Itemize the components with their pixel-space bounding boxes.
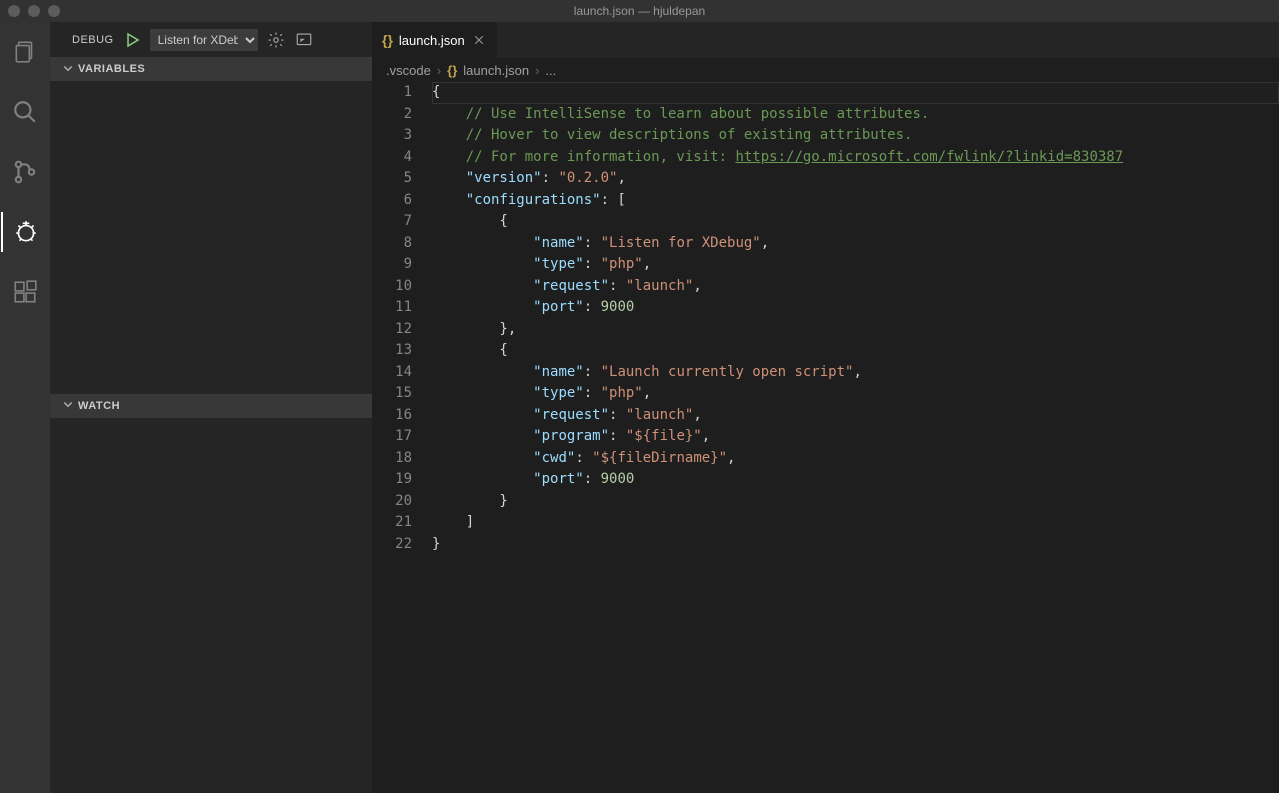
line-number: 19 bbox=[372, 469, 412, 491]
line-number: 17 bbox=[372, 426, 412, 448]
watch-panel-header[interactable]: WATCH bbox=[50, 394, 372, 418]
line-number: 6 bbox=[372, 190, 412, 212]
code-line[interactable]: "name": "Listen for XDebug", bbox=[432, 233, 1279, 255]
code-line[interactable]: }, bbox=[432, 319, 1279, 341]
window-controls bbox=[8, 5, 60, 17]
code-line[interactable]: // Hover to view descriptions of existin… bbox=[432, 125, 1279, 147]
line-number: 20 bbox=[372, 491, 412, 513]
close-window-icon[interactable] bbox=[8, 5, 20, 17]
line-number: 8 bbox=[372, 233, 412, 255]
debug-sidebar: DEBUG Listen for XDebug VARIABLES bbox=[50, 22, 372, 793]
line-number: 10 bbox=[372, 276, 412, 298]
line-number: 9 bbox=[372, 254, 412, 276]
minimize-window-icon[interactable] bbox=[28, 5, 40, 17]
code-line[interactable]: // For more information, visit: https://… bbox=[432, 147, 1279, 169]
line-number: 1 bbox=[372, 82, 412, 104]
editor-tabs: {} launch.json bbox=[372, 22, 1279, 58]
titlebar: launch.json — hjuldepan bbox=[0, 0, 1279, 22]
debug-toolbar: DEBUG Listen for XDebug bbox=[50, 22, 372, 57]
line-number: 15 bbox=[372, 383, 412, 405]
code-content[interactable]: { // Use IntelliSense to learn about pos… bbox=[432, 82, 1279, 793]
line-number: 22 bbox=[372, 534, 412, 556]
code-line[interactable]: "port": 9000 bbox=[432, 297, 1279, 319]
start-debugging-button[interactable] bbox=[122, 30, 142, 50]
watch-panel-body bbox=[50, 418, 372, 793]
code-line[interactable]: { bbox=[432, 340, 1279, 362]
line-number: 11 bbox=[372, 297, 412, 319]
variables-panel-body bbox=[50, 81, 372, 394]
code-line[interactable]: { bbox=[432, 82, 1279, 104]
json-icon: {} bbox=[382, 32, 393, 48]
watch-label: WATCH bbox=[78, 400, 120, 412]
line-number: 4 bbox=[372, 147, 412, 169]
code-line[interactable]: "version": "0.2.0", bbox=[432, 168, 1279, 190]
line-number: 5 bbox=[372, 168, 412, 190]
code-line[interactable]: "cwd": "${fileDirname}", bbox=[432, 448, 1279, 470]
window-title: launch.json — hjuldepan bbox=[574, 4, 705, 18]
code-line[interactable]: } bbox=[432, 534, 1279, 556]
chevron-down-icon bbox=[62, 62, 74, 77]
line-number: 2 bbox=[372, 104, 412, 126]
explorer-icon[interactable] bbox=[1, 32, 49, 72]
chevron-right-icon: › bbox=[437, 63, 441, 78]
breadcrumbs[interactable]: .vscode › {} launch.json › ... bbox=[372, 58, 1279, 82]
variables-label: VARIABLES bbox=[78, 63, 145, 75]
maximize-window-icon[interactable] bbox=[48, 5, 60, 17]
json-icon: {} bbox=[447, 63, 457, 78]
chevron-right-icon: › bbox=[535, 63, 539, 78]
code-line[interactable]: ] bbox=[432, 512, 1279, 534]
chevron-down-icon bbox=[62, 398, 74, 413]
code-editor[interactable]: 12345678910111213141516171819202122 { //… bbox=[372, 82, 1279, 793]
source-control-icon[interactable] bbox=[1, 152, 49, 192]
code-line[interactable]: "request": "launch", bbox=[432, 276, 1279, 298]
gear-icon[interactable] bbox=[266, 30, 286, 50]
debug-console-icon[interactable] bbox=[294, 30, 314, 50]
code-line[interactable]: } bbox=[432, 491, 1279, 513]
code-line[interactable]: "request": "launch", bbox=[432, 405, 1279, 427]
activity-bar bbox=[0, 22, 50, 793]
code-line[interactable]: "program": "${file}", bbox=[432, 426, 1279, 448]
code-line[interactable]: "port": 9000 bbox=[432, 469, 1279, 491]
debug-label: DEBUG bbox=[72, 34, 114, 46]
debug-config-select[interactable]: Listen for XDebug bbox=[150, 29, 258, 51]
breadcrumb-file[interactable]: launch.json bbox=[463, 63, 529, 78]
breadcrumb-more[interactable]: ... bbox=[545, 63, 556, 78]
extensions-icon[interactable] bbox=[1, 272, 49, 312]
code-line[interactable]: { bbox=[432, 211, 1279, 233]
code-line[interactable]: "name": "Launch currently open script", bbox=[432, 362, 1279, 384]
line-number: 16 bbox=[372, 405, 412, 427]
line-number: 21 bbox=[372, 512, 412, 534]
line-number-gutter: 12345678910111213141516171819202122 bbox=[372, 82, 432, 793]
close-icon[interactable] bbox=[471, 32, 487, 48]
tab-title: launch.json bbox=[399, 33, 465, 48]
code-line[interactable]: "type": "php", bbox=[432, 383, 1279, 405]
breadcrumb-folder[interactable]: .vscode bbox=[386, 63, 431, 78]
debug-icon[interactable] bbox=[1, 212, 49, 252]
code-line[interactable]: "type": "php", bbox=[432, 254, 1279, 276]
line-number: 13 bbox=[372, 340, 412, 362]
variables-panel-header[interactable]: VARIABLES bbox=[50, 57, 372, 81]
line-number: 14 bbox=[372, 362, 412, 384]
code-line[interactable]: // Use IntelliSense to learn about possi… bbox=[432, 104, 1279, 126]
editor-area: {} launch.json .vscode › {} launch.json … bbox=[372, 22, 1279, 793]
line-number: 3 bbox=[372, 125, 412, 147]
search-icon[interactable] bbox=[1, 92, 49, 132]
code-line[interactable]: "configurations": [ bbox=[432, 190, 1279, 212]
line-number: 12 bbox=[372, 319, 412, 341]
line-number: 18 bbox=[372, 448, 412, 470]
tab-launch-json[interactable]: {} launch.json bbox=[372, 22, 498, 58]
line-number: 7 bbox=[372, 211, 412, 233]
